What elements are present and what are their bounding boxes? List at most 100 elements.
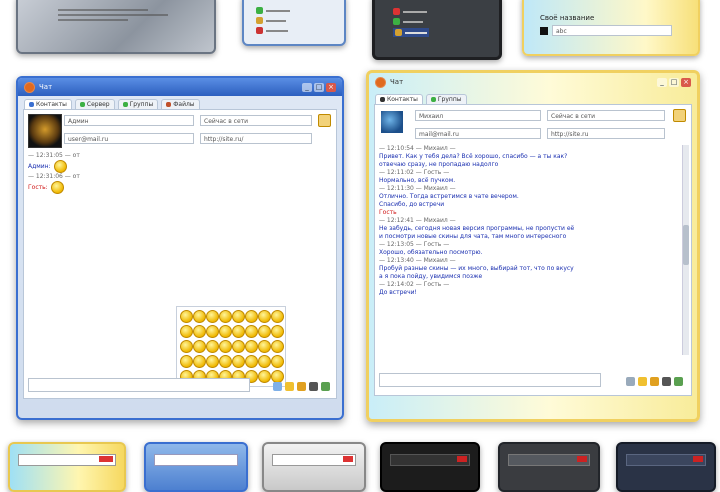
send-icon[interactable] bbox=[674, 377, 683, 386]
message-text: а я пока пойду, увидимся позже bbox=[379, 273, 483, 280]
thumb-dark-list[interactable] bbox=[372, 0, 502, 60]
thumb-silver-skin[interactable] bbox=[262, 442, 366, 492]
email-field[interactable]: mail@mail.ru bbox=[415, 128, 541, 139]
tab-groups[interactable]: Группы bbox=[117, 99, 159, 109]
thumb-blue-skin[interactable] bbox=[144, 442, 248, 492]
server-icon bbox=[79, 102, 85, 107]
files-icon bbox=[166, 102, 172, 107]
font-icon[interactable] bbox=[626, 377, 635, 386]
emoji-icon[interactable] bbox=[271, 340, 284, 353]
emoji-icon[interactable] bbox=[206, 340, 219, 353]
emoji-icon[interactable] bbox=[232, 310, 245, 323]
tab-server[interactable]: Сервер bbox=[74, 99, 115, 109]
emoji-icon[interactable] bbox=[258, 325, 271, 338]
lock-icon[interactable] bbox=[673, 109, 686, 122]
input-toolbar bbox=[273, 382, 330, 391]
emoji-picker[interactable] bbox=[176, 306, 286, 387]
message-text: Гость bbox=[379, 209, 397, 216]
aurora-select[interactable]: abc bbox=[552, 25, 672, 36]
emoji-icon[interactable] bbox=[193, 325, 206, 338]
emoji-icon[interactable] bbox=[180, 340, 193, 353]
message-text: Пробуй разные скины — их много, выбирай … bbox=[379, 265, 574, 272]
thumb-navy-skin[interactable] bbox=[616, 442, 716, 492]
email-field[interactable]: user@mail.ru bbox=[64, 133, 194, 144]
thumb-graphite-skin[interactable] bbox=[498, 442, 600, 492]
message-list: — 12:31:05 — от Админ: — 12:31:06 — от Г… bbox=[28, 152, 228, 194]
emoji-icon[interactable] bbox=[219, 355, 232, 368]
emoji-icon[interactable] bbox=[232, 325, 245, 338]
emoji-icon[interactable] bbox=[206, 325, 219, 338]
smiley-icon bbox=[53, 160, 67, 173]
close-button[interactable]: × bbox=[681, 77, 691, 87]
window-title: Чат bbox=[390, 78, 404, 86]
maximize-button[interactable]: □ bbox=[669, 77, 679, 87]
app-icon bbox=[24, 81, 35, 93]
window-title: Чат bbox=[39, 83, 53, 91]
thumb-metal-skin[interactable] bbox=[16, 0, 216, 54]
maximize-button[interactable]: □ bbox=[314, 82, 324, 92]
emoji-icon[interactable] bbox=[232, 340, 245, 353]
site-field[interactable]: http://site.ru/ bbox=[200, 133, 312, 144]
emoji-icon[interactable] bbox=[271, 355, 284, 368]
thumb-light-list[interactable] bbox=[242, 0, 346, 46]
thumb-aurora-partial[interactable]: Своё название abc bbox=[522, 0, 700, 56]
scrollbar-thumb[interactable] bbox=[683, 225, 689, 265]
close-button[interactable]: × bbox=[326, 82, 336, 92]
thumb-rainbow-skin[interactable] bbox=[8, 442, 126, 492]
message-author: Админ: bbox=[28, 162, 51, 170]
emoji-icon[interactable] bbox=[193, 310, 206, 323]
emoji-icon[interactable] bbox=[206, 310, 219, 323]
message-input[interactable] bbox=[379, 373, 601, 387]
input-toolbar bbox=[626, 377, 683, 386]
message-meta: — 12:11:30 — Михаил — bbox=[379, 185, 456, 192]
emoji-icon[interactable] bbox=[180, 325, 193, 338]
color-icon[interactable] bbox=[297, 382, 306, 391]
name-field[interactable]: Админ bbox=[64, 115, 194, 126]
settings-icon[interactable] bbox=[662, 377, 671, 386]
name-field[interactable]: Михаил bbox=[415, 110, 541, 121]
emoji-icon[interactable] bbox=[258, 355, 271, 368]
emoji-icon[interactable] bbox=[245, 340, 258, 353]
titlebar: Чат _ □ × bbox=[18, 78, 342, 96]
emoji-icon[interactable] bbox=[193, 355, 206, 368]
lock-icon[interactable] bbox=[318, 114, 331, 127]
message-text: До встречи! bbox=[379, 289, 417, 296]
emoji-icon[interactable] bbox=[245, 310, 258, 323]
emoji-icon[interactable] bbox=[206, 355, 219, 368]
thumb-black-red-skin[interactable] bbox=[380, 442, 480, 492]
emoji-icon[interactable] bbox=[219, 340, 232, 353]
tab-contacts[interactable]: Контакты bbox=[24, 99, 72, 109]
minimize-button[interactable]: _ bbox=[302, 82, 312, 92]
tab-files[interactable]: Файлы bbox=[161, 99, 200, 109]
emoji-icon[interactable] bbox=[245, 355, 258, 368]
emoji-icon[interactable] bbox=[245, 325, 258, 338]
status-field[interactable]: Сейчас в сети bbox=[200, 115, 312, 126]
emoji-icon[interactable] bbox=[258, 340, 271, 353]
settings-icon[interactable] bbox=[309, 382, 318, 391]
status-field[interactable]: Сейчас в сети bbox=[547, 110, 665, 121]
emoji-icon[interactable] bbox=[219, 325, 232, 338]
message-input[interactable] bbox=[28, 378, 250, 392]
message-meta: — 12:10:54 — Михаил — bbox=[379, 145, 456, 152]
emoji-icon[interactable] bbox=[271, 310, 284, 323]
emoji-icon[interactable] bbox=[219, 310, 232, 323]
site-field[interactable]: http://site.ru bbox=[547, 128, 665, 139]
emoji-icon[interactable] bbox=[258, 370, 271, 383]
tab-groups[interactable]: Группы bbox=[425, 94, 467, 104]
color-icon[interactable] bbox=[650, 377, 659, 386]
emoji-icon[interactable] bbox=[180, 355, 193, 368]
send-icon[interactable] bbox=[321, 382, 330, 391]
emoji-icon[interactable] bbox=[232, 355, 245, 368]
emoji-icon[interactable] bbox=[193, 340, 206, 353]
tab-contacts[interactable]: Контакты bbox=[375, 94, 423, 104]
minimize-button[interactable]: _ bbox=[657, 77, 667, 87]
message-author: Гость: bbox=[28, 183, 48, 191]
emoji-icon[interactable] bbox=[180, 310, 193, 323]
emoji-icon[interactable] bbox=[271, 325, 284, 338]
scrollbar[interactable] bbox=[682, 145, 689, 355]
emoji-icon[interactable] bbox=[258, 310, 271, 323]
smiley-icon[interactable] bbox=[638, 377, 647, 386]
font-icon[interactable] bbox=[273, 382, 282, 391]
smiley-icon[interactable] bbox=[285, 382, 294, 391]
message-text: и посмотри новые скины для чата, там мно… bbox=[379, 233, 567, 240]
